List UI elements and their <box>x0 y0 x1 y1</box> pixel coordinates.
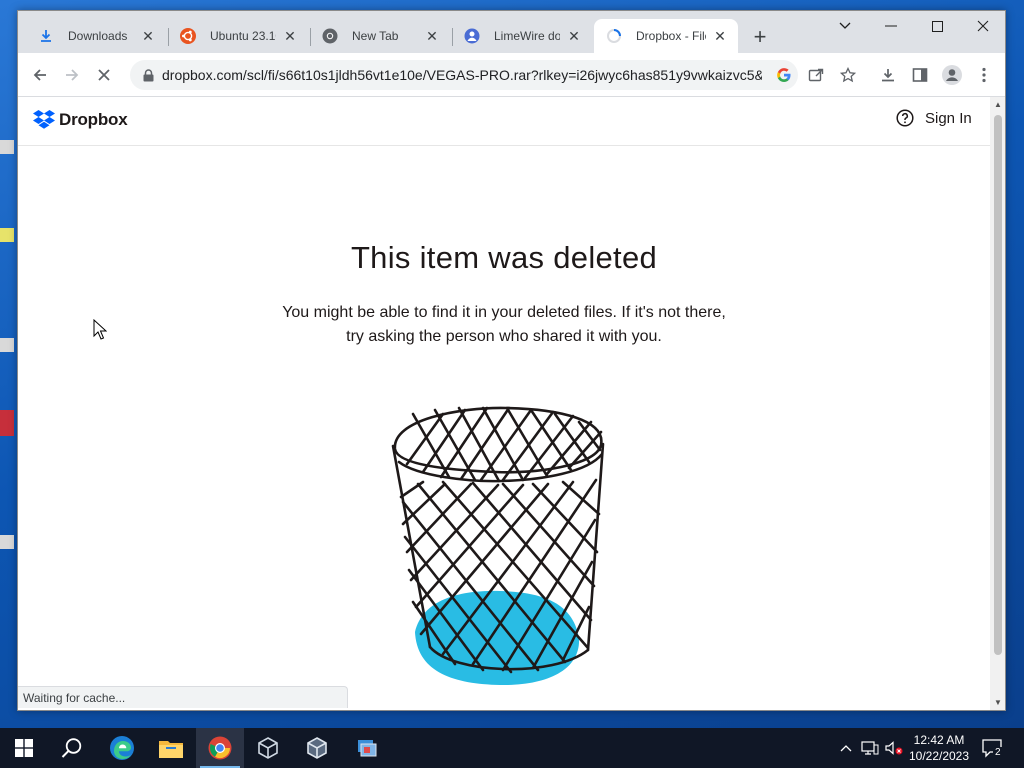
forward-button[interactable] <box>58 61 86 89</box>
taskbar-file-explorer[interactable] <box>147 728 195 768</box>
description-line: You might be able to find it in your del… <box>282 304 726 321</box>
downloads-icon[interactable] <box>874 61 902 89</box>
tab-downloads[interactable]: Downloads ✕ <box>26 19 166 53</box>
desktop-icon[interactable] <box>0 338 18 382</box>
cube-icon <box>258 737 278 759</box>
back-button[interactable] <box>26 61 54 89</box>
page-viewport: Dropbox Sign In This item was deleted Yo… <box>18 97 990 710</box>
address-bar[interactable]: dropbox.com/scl/fi/s66t10s1jldh56vt1e10e… <box>130 60 798 90</box>
close-icon[interactable]: ✕ <box>424 28 440 44</box>
close-icon[interactable]: ✕ <box>140 28 156 44</box>
dropbox-logo[interactable]: Dropbox <box>33 110 128 130</box>
sign-in-label: Sign In <box>925 109 972 127</box>
loading-spinner-icon <box>606 28 622 44</box>
ubuntu-icon <box>180 28 196 44</box>
start-button[interactable] <box>0 728 48 768</box>
new-tab-button[interactable]: + <box>748 24 772 49</box>
stop-loading-button[interactable] <box>90 61 118 89</box>
page-description: You might be able to find it in your del… <box>18 301 990 349</box>
tab-title: Dropbox - File <box>636 29 706 43</box>
tab-ubuntu[interactable]: Ubuntu 23.10 ✕ <box>168 19 308 53</box>
lock-icon[interactable] <box>140 68 156 82</box>
tab-title: Downloads <box>68 29 128 43</box>
side-panel-icon[interactable] <box>906 61 934 89</box>
tab-dropbox[interactable]: Dropbox - File ✕ <box>594 19 738 53</box>
close-icon[interactable]: ✕ <box>566 28 582 44</box>
dropbox-icon <box>33 110 55 129</box>
brand-name: Dropbox <box>59 110 128 129</box>
mouse-cursor-icon <box>93 319 107 340</box>
url-text[interactable]: dropbox.com/scl/fi/s66t10s1jldh56vt1e10e… <box>162 67 762 83</box>
tab-title: LimeWire dov <box>494 29 560 43</box>
sign-in-button[interactable]: Sign In <box>896 109 972 127</box>
minimize-button[interactable] <box>868 11 914 41</box>
tab-strip: Downloads ✕ Ubuntu 23.10 ✕ New Tab ✕ Lim… <box>18 11 1005 53</box>
bookmark-star-icon[interactable] <box>834 61 862 89</box>
profile-avatar-icon[interactable] <box>938 61 966 89</box>
desktop-icon[interactable] <box>0 535 18 579</box>
cube-icon <box>307 737 327 759</box>
show-hidden-icons-icon[interactable] <box>836 738 856 758</box>
trash-can-illustration <box>391 406 605 686</box>
help-icon[interactable] <box>896 109 914 127</box>
clock-date: 10/22/2023 <box>908 749 970 763</box>
page-title: This item was deleted <box>350 240 658 275</box>
share-icon[interactable] <box>802 61 830 89</box>
close-icon[interactable]: ✕ <box>712 28 728 44</box>
limewire-icon <box>464 28 480 44</box>
taskbar-edge[interactable] <box>98 728 146 768</box>
taskbar: 12:42 AM 10/22/2023 2 <box>0 728 1024 768</box>
action-center-button[interactable]: 2 <box>982 738 1004 758</box>
chrome-icon <box>322 28 338 44</box>
tab-new-tab[interactable]: New Tab ✕ <box>310 19 450 53</box>
description-line: try asking the person who shared it with… <box>346 328 662 345</box>
tab-limewire[interactable]: LimeWire dov ✕ <box>452 19 592 53</box>
tab-search-button[interactable] <box>822 11 868 41</box>
windows-icon <box>15 739 33 757</box>
scroll-up-icon[interactable]: ▲ <box>990 97 1005 111</box>
search-icon <box>61 738 82 758</box>
desktop-icon[interactable] <box>0 228 18 272</box>
dropbox-header: Dropbox Sign In <box>18 97 990 146</box>
system-clock[interactable]: 12:42 AM 10/22/2023 <box>900 732 978 764</box>
app-icon <box>358 740 377 757</box>
browser-window: Downloads ✕ Ubuntu 23.10 ✕ New Tab ✕ Lim… <box>17 10 1006 711</box>
close-window-button[interactable] <box>960 11 1005 41</box>
google-lens-icon[interactable] <box>770 61 798 89</box>
status-bar: Waiting for cache... <box>18 686 348 708</box>
vertical-scrollbar[interactable]: ▲ ▼ <box>990 97 1005 710</box>
edge-icon <box>110 736 134 760</box>
network-icon[interactable] <box>860 738 880 758</box>
more-menu-icon[interactable] <box>970 61 998 89</box>
tab-title: Ubuntu 23.10 <box>210 29 276 43</box>
download-icon <box>38 28 54 44</box>
scroll-down-icon[interactable]: ▼ <box>990 695 1005 709</box>
folder-icon <box>159 741 183 758</box>
chrome-icon <box>208 736 232 760</box>
search-button[interactable] <box>48 728 96 768</box>
clock-time: 12:42 AM <box>913 733 965 747</box>
tab-title: New Tab <box>352 29 399 43</box>
taskbar-app[interactable] <box>343 728 391 768</box>
desktop-icon[interactable] <box>0 140 18 184</box>
maximize-button[interactable] <box>914 11 960 41</box>
taskbar-chrome[interactable] <box>196 728 244 768</box>
taskbar-virtualbox-1[interactable] <box>244 728 292 768</box>
desktop-icon[interactable] <box>0 410 18 454</box>
notification-count: 2 <box>993 747 1003 758</box>
scroll-thumb[interactable] <box>994 115 1002 655</box>
browser-toolbar: dropbox.com/scl/fi/s66t10s1jldh56vt1e10e… <box>18 53 1005 97</box>
close-icon[interactable]: ✕ <box>282 28 298 44</box>
taskbar-virtualbox-2[interactable] <box>293 728 341 768</box>
